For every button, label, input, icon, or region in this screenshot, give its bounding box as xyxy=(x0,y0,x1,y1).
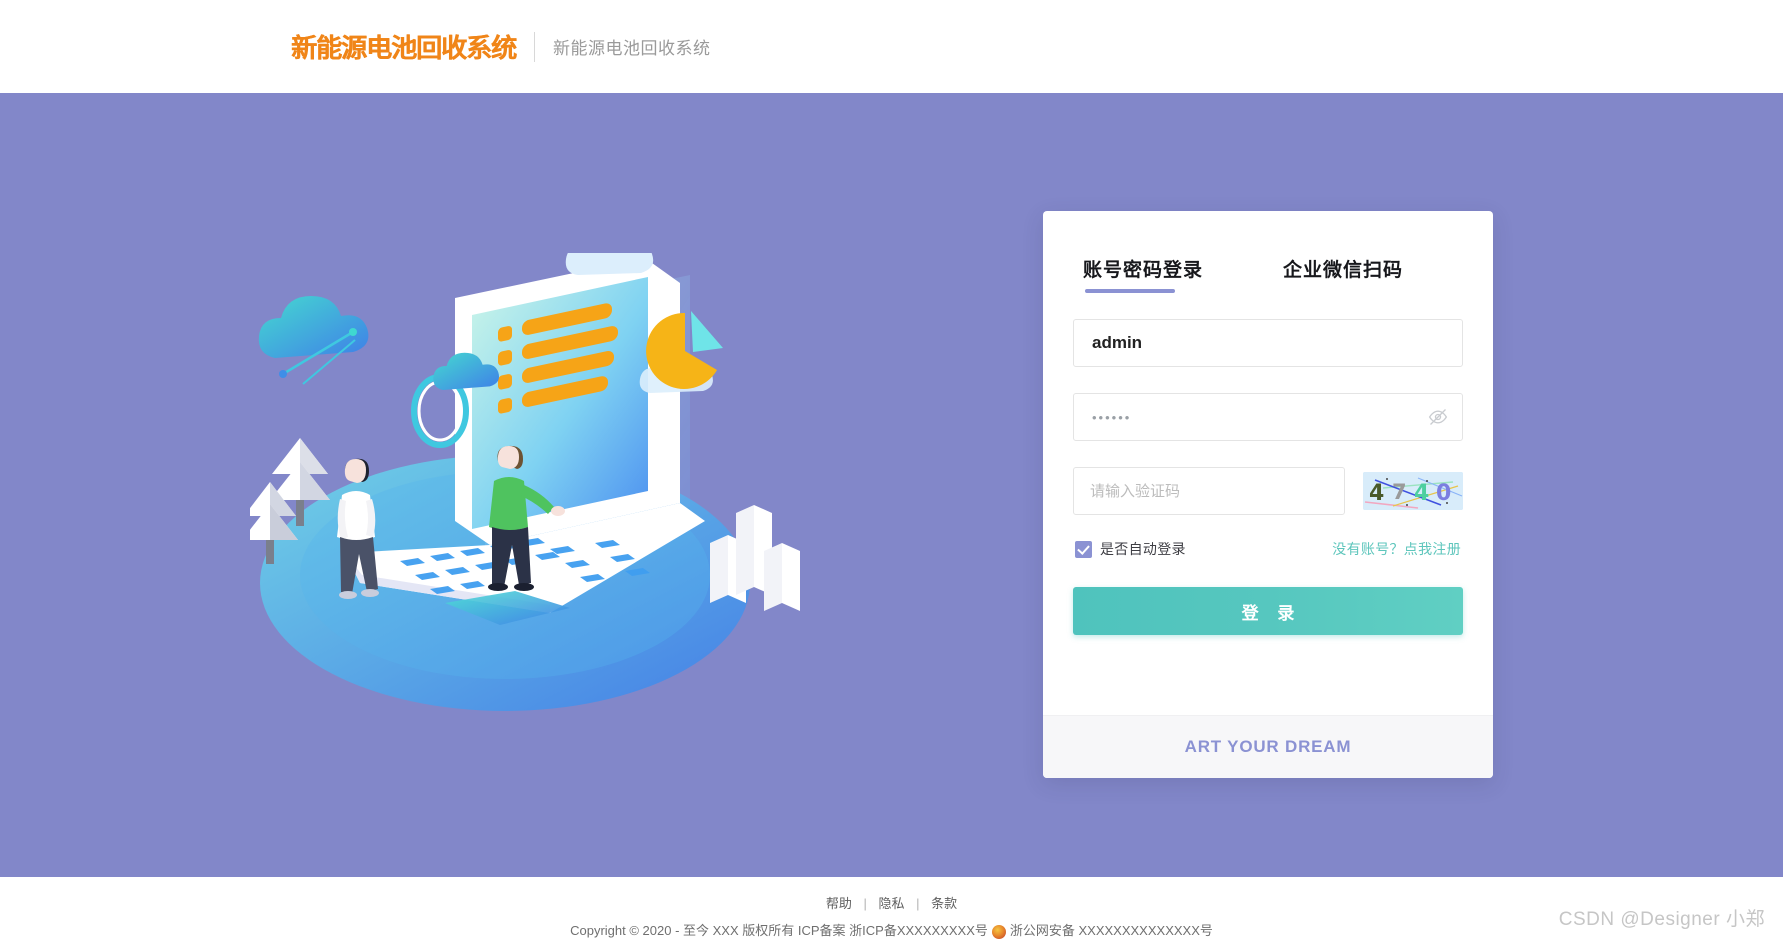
footer-link-privacy[interactable]: 隐私 xyxy=(878,896,904,911)
police-badge-icon xyxy=(991,924,1006,939)
slogan-text: ART YOUR DREAM xyxy=(1184,737,1352,756)
tab-wechat-qr-login[interactable]: 企业微信扫码 xyxy=(1283,255,1403,293)
footer-links: 帮助 | 隐私 | 条款 xyxy=(0,893,1783,912)
captcha-input[interactable] xyxy=(1074,468,1344,514)
watermark-text: CSDN @Designer 小郑 xyxy=(1558,909,1765,930)
auto-login-checkbox[interactable]: 是否自动登录 xyxy=(1075,539,1186,559)
password-input[interactable] xyxy=(1074,394,1462,440)
captcha-row: 4 7 4 0 xyxy=(1073,467,1463,515)
brand-block: 新能源电池回收系统 新能源电池回收系统 xyxy=(291,28,711,65)
footer-link-help[interactable]: 帮助 xyxy=(826,896,852,911)
checkbox-check-icon[interactable] xyxy=(1075,540,1092,558)
copyright-text: Copyright © 2020 - 至今 XXX 版权所有 ICP备案 浙IC… xyxy=(570,923,988,938)
username-field[interactable] xyxy=(1073,319,1463,367)
login-card: 账号密码登录 企业微信扫码 admin •••••• 请输入验证码 4 7 4 … xyxy=(1043,211,1493,778)
captcha-image[interactable]: 4 7 4 0 xyxy=(1363,472,1463,510)
page-footer: 帮助 | 隐私 | 条款 Copyright © 2020 - 至今 XXX 版… xyxy=(0,877,1783,943)
username-input[interactable] xyxy=(1074,320,1462,366)
brand-divider xyxy=(534,31,536,62)
auto-login-label: 是否自动登录 xyxy=(1100,541,1186,557)
login-card-body: 账号密码登录 企业微信扫码 admin •••••• 请输入验证码 4 7 4 … xyxy=(1043,211,1493,635)
footer-separator-1: | xyxy=(863,896,867,911)
login-submit-button[interactable]: 登 录 xyxy=(1073,587,1463,635)
brand-subtitle: 新能源电池回收系统 xyxy=(553,39,711,58)
svg-text:0: 0 xyxy=(1436,481,1451,506)
login-tabs: 账号密码登录 企业微信扫码 xyxy=(1073,255,1463,293)
toggle-password-visibility-icon[interactable] xyxy=(1428,407,1448,427)
svg-text:7: 7 xyxy=(1392,480,1407,504)
footer-separator-2: | xyxy=(916,896,920,911)
login-options-row: 是否自动登录 没有账号？点我注册 xyxy=(1073,539,1463,559)
captcha-field[interactable] xyxy=(1073,467,1345,515)
password-field[interactable] xyxy=(1073,393,1463,441)
login-card-footer: ART YOUR DREAM xyxy=(1043,715,1493,778)
svg-text:4: 4 xyxy=(1369,481,1384,506)
tab-password-login[interactable]: 账号密码登录 xyxy=(1083,255,1203,293)
footer-link-terms[interactable]: 条款 xyxy=(931,896,957,911)
register-link[interactable]: 没有账号？点我注册 xyxy=(1332,539,1461,559)
login-page: 新能源电池回收系统 新能源电池回收系统 账号密码登录 企业微信扫码 admin … xyxy=(0,0,1783,943)
main-area: 账号密码登录 企业微信扫码 admin •••••• 请输入验证码 4 7 4 … xyxy=(0,93,1783,877)
svg-text:4: 4 xyxy=(1414,481,1429,506)
footer-copyright: Copyright © 2020 - 至今 XXX 版权所有 ICP备案 浙IC… xyxy=(0,920,1783,939)
hero-illustration xyxy=(250,253,850,753)
police-record-text[interactable]: 浙公网安备 XXXXXXXXXXXXXX号 xyxy=(1010,920,1213,939)
logo-text: 新能源电池回收系统 xyxy=(291,34,517,64)
page-header: 新能源电池回收系统 新能源电池回收系统 xyxy=(0,0,1783,93)
